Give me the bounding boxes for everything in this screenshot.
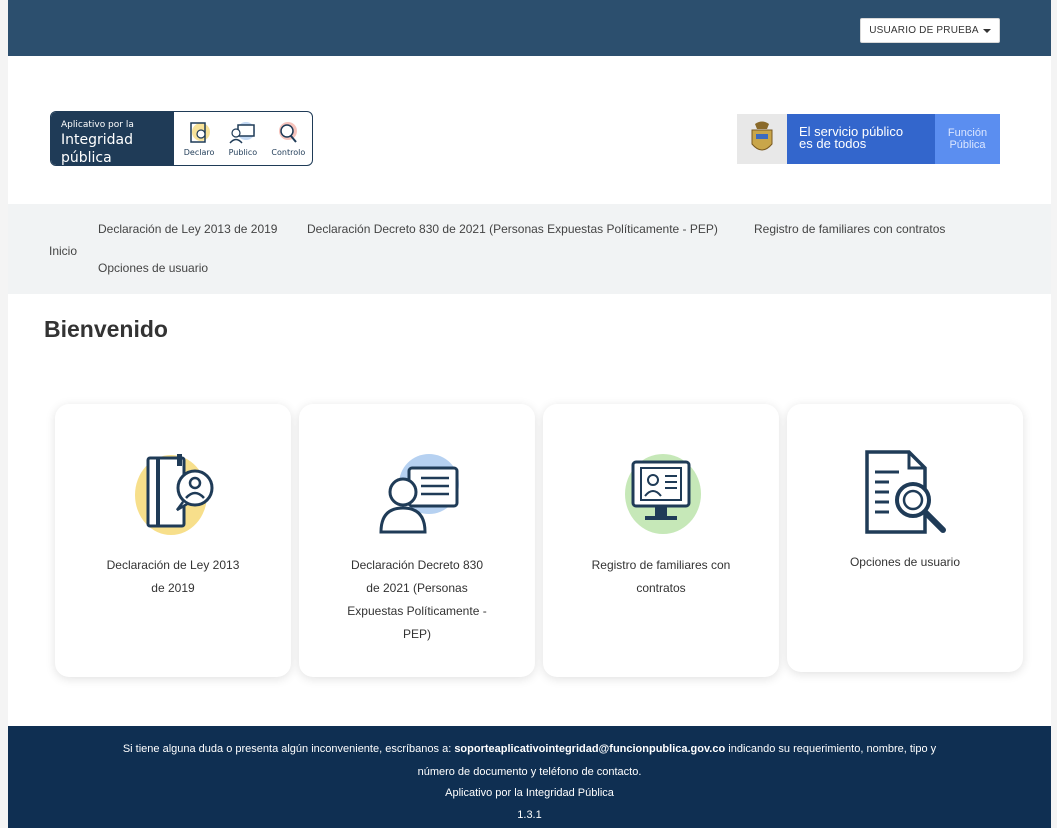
- footer: Si tiene alguna duda o presenta algún in…: [8, 726, 1051, 828]
- logo-declaro: Declaro: [183, 120, 215, 157]
- nav-item-registro-familiares[interactable]: Registro de familiares con contratos: [754, 222, 945, 236]
- document-person-icon: [190, 122, 211, 143]
- nav-item-decreto-830[interactable]: Declaración Decreto 830 de 2021 (Persona…: [307, 222, 718, 236]
- computer-profile-icon: [625, 454, 701, 534]
- footer-text: indicando su requerimiento, nombre, tipo…: [725, 743, 937, 755]
- chevron-down-icon: [982, 28, 991, 33]
- logo-icon-label: Declaro: [183, 148, 215, 157]
- logo-icon-label: Publico: [228, 148, 258, 157]
- logo-controlo: Controlo: [271, 120, 305, 157]
- card-ley-2013[interactable]: Declaración de Ley 2013 de 2019: [55, 404, 291, 677]
- top-bar: USUARIO DE PRUEBA: [8, 0, 1051, 56]
- footer-app-name: Aplicativo por la Integridad Pública: [445, 787, 614, 799]
- government-logo: El servicio público es de todos Función …: [737, 114, 1000, 164]
- gov-slogan-line2: es de todos: [799, 136, 867, 151]
- nav-item-opciones-usuario[interactable]: Opciones de usuario: [98, 261, 208, 275]
- coat-of-arms-icon: [737, 114, 787, 164]
- fp-line1: Función: [947, 127, 988, 139]
- card-label-line: Declaración Decreto 830: [350, 558, 484, 572]
- card-label-line: Expuestas Políticamente -: [347, 604, 487, 618]
- logo-icon-label: Controlo: [271, 148, 306, 157]
- logo-text-block: Aplicativo por la Integridad pública: [51, 112, 174, 165]
- user-menu-button[interactable]: USUARIO DE PRUEBA: [860, 18, 1000, 43]
- funcion-publica-mark: Función Pública: [935, 114, 1000, 164]
- document-search-icon: [865, 450, 946, 534]
- footer-contact-line: Si tiene alguna duda o presenta algún in…: [8, 743, 1051, 755]
- card-label: Declaración de Ley 2013 de 2019: [85, 554, 261, 600]
- footer-contact-line2: número de documento y teléfono de contac…: [417, 766, 642, 778]
- card-label-line: Opciones de usuario: [849, 555, 961, 569]
- card-registro-familiares[interactable]: Registro de familiares con contratos: [543, 404, 779, 677]
- nav-home[interactable]: Inicio: [49, 244, 77, 258]
- nav-item-ley-2013[interactable]: Declaración de Ley 2013 de 2019: [98, 222, 277, 236]
- card-label-line: de 2019: [151, 581, 195, 595]
- logo-line2: Integridad pública: [61, 132, 133, 166]
- main-navigation: Inicio Declaración de Ley 2013 de 2019 D…: [8, 204, 1051, 294]
- card-label: Declaración Decreto 830 de 2021 (Persona…: [329, 554, 505, 646]
- card-label-line: de 2021 (Personas: [366, 581, 468, 595]
- logo-publico: Publico: [228, 120, 258, 157]
- card-label-line: Registro de familiares con: [591, 558, 731, 572]
- logo-icons: Declaro Publico Controlo: [177, 112, 312, 165]
- window-frame-left: [0, 0, 8, 828]
- card-label-line: Declaración de Ley 2013: [106, 558, 240, 572]
- footer-text: Si tiene alguna duda o presenta algún in…: [122, 743, 455, 755]
- card-label-line: contratos: [636, 581, 686, 595]
- user-menu-label: USUARIO DE PRUEBA: [869, 25, 979, 36]
- footer-version: 1.3.1: [517, 809, 542, 821]
- app-logo[interactable]: Aplicativo por la Integridad pública Dec…: [50, 111, 313, 166]
- window-frame-right: [1051, 0, 1057, 828]
- card-label-line: PEP): [402, 627, 431, 641]
- card-label: Registro de familiares con contratos: [573, 554, 749, 600]
- support-email-link[interactable]: soporteaplicativointegridad@funcionpubli…: [454, 743, 725, 755]
- gov-slogan: El servicio público es de todos: [787, 114, 935, 164]
- person-monitor-icon: [379, 454, 459, 534]
- card-decreto-830[interactable]: Declaración Decreto 830 de 2021 (Persona…: [299, 404, 535, 677]
- logo-line1: Aplicativo por la: [61, 120, 134, 130]
- card-opciones-usuario[interactable]: Opciones de usuario: [787, 404, 1023, 672]
- magnifier-person-icon: [279, 122, 298, 143]
- person-monitor-icon: [229, 122, 255, 144]
- page-title: Bienvenido: [44, 316, 168, 342]
- card-label: Opciones de usuario: [817, 551, 993, 574]
- document-person-icon: [135, 454, 214, 535]
- fp-line2: Pública: [949, 139, 986, 151]
